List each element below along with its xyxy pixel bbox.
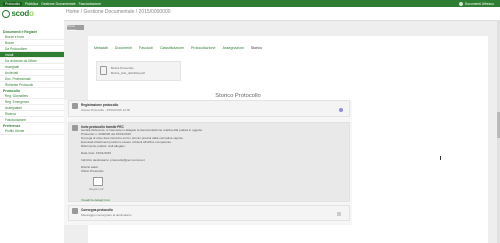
text-cursor-icon: [440, 156, 443, 160]
entry-title: Consegna protocollo: [81, 208, 113, 212]
sidebar-item-profilo-utente[interactable]: Profilo Utente: [0, 129, 64, 135]
logo-text: scodo: [11, 9, 34, 18]
attachment-icon[interactable]: [93, 177, 103, 186]
file-icon: [100, 66, 107, 75]
file-subtitle: Bozza_Atto_definitiva.pdf: [111, 71, 145, 75]
entry-meta: Utente Protocollo - 15/01/2015 12:00: [81, 107, 131, 112]
entry-details-link[interactable]: Visualizza dettagli invio: [81, 198, 110, 202]
avatar: [72, 208, 78, 214]
topnav-item-protocollo[interactable]: Protocollo: [3, 1, 23, 6]
tab-fascicoli[interactable]: Fascicoli: [139, 46, 153, 50]
topnav-item-gestione-documentale[interactable]: Gestione Documentale: [41, 2, 76, 6]
topnav-item-pubblica[interactable]: Pubblica: [25, 2, 38, 6]
entry-meta: Messaggio consegnato al destinatario: [81, 212, 132, 217]
user-name: Documenti Alfresco: [464, 1, 494, 6]
tab-metadati[interactable]: Metadati: [94, 46, 108, 50]
sidebar-menu: Documenti e Registri Bozze e Invio Bozze…: [0, 29, 64, 135]
breadcrumb: Home / Gestione Documentale / 2015/00000…: [66, 9, 171, 15]
attachment-label[interactable]: allegato.pdf: [89, 187, 103, 191]
top-navigation-bar: Protocollo Pubblica Gestione Documentale…: [0, 0, 500, 7]
avatar: [72, 125, 78, 131]
tab-documenti[interactable]: Documenti: [115, 46, 132, 50]
entry-text-line: Ufficio Protocollo: [81, 169, 104, 173]
entry-text-line: Indirizzo destinatario: protocollo@pec.c…: [81, 158, 145, 162]
breadcrumb-bar: Home / Gestione Documentale / 2015/00000…: [64, 7, 500, 21]
back-button[interactable]: Torna indietro: [67, 24, 84, 32]
file-card[interactable]: Bozza Protocollo Bozza_Atto_definitiva.p…: [96, 61, 181, 81]
tab-storico[interactable]: Storico: [251, 46, 262, 50]
history-list: Registrazione protocollo Utente Protocol…: [64, 100, 352, 225]
history-entry: Registrazione protocollo Utente Protocol…: [68, 100, 350, 117]
history-entry: Consegna protocollo Messaggio consegnato…: [68, 205, 350, 221]
file-name: Bozza Protocollo: [111, 66, 134, 70]
tab-assegnazioni[interactable]: Assegnazioni: [223, 46, 244, 50]
history-entry: Invio protocollo tramite PEC Gentile Ref…: [68, 122, 350, 202]
app-logo[interactable]: scodo: [2, 9, 34, 18]
user-icon: [458, 1, 463, 6]
logo-icon: [2, 9, 10, 18]
tab-protocollazione[interactable]: Protocollazione: [191, 46, 216, 50]
entry-text-line: Data invio: 15/01/2015: [81, 151, 112, 155]
entry-title: Registrazione protocollo: [81, 103, 119, 107]
history-title: Storico Protocollo: [215, 93, 261, 99]
tab-classificazione[interactable]: Classificazione: [160, 46, 184, 50]
status-badge: [339, 108, 343, 112]
user-menu[interactable]: Documenti Alfresco: [458, 0, 494, 7]
detail-tabs: Metadati Documenti Fascicoli Classificaz…: [94, 46, 269, 50]
entry-text-line: Riferimento pratica: vedi allegato.: [81, 144, 126, 148]
topnav-item-fascicolazione[interactable]: Fascicolazione: [79, 2, 101, 6]
avatar: [72, 103, 78, 109]
sidebar: scodo Documenti e Registri Bozze e Invio…: [0, 7, 64, 243]
expand-icon[interactable]: [337, 212, 341, 216]
